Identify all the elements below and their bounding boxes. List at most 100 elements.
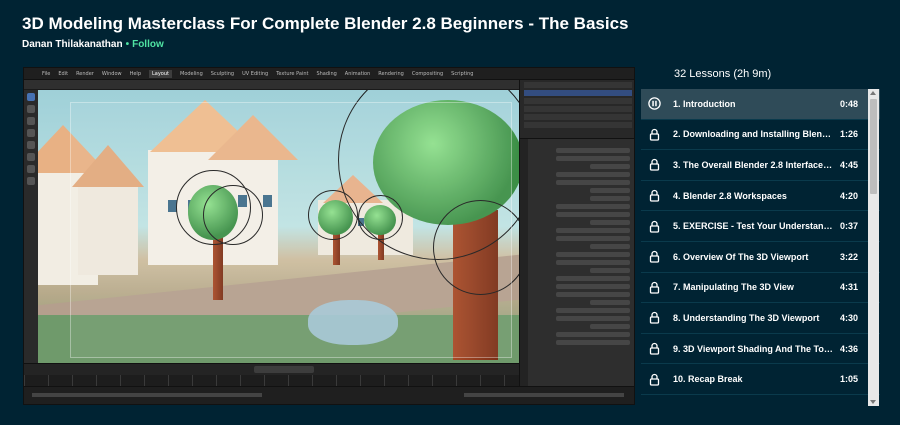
property-field: [556, 284, 630, 289]
property-field: [556, 148, 630, 153]
scroll-up-icon[interactable]: [870, 91, 876, 95]
outliner-row: [524, 122, 632, 128]
lesson-list[interactable]: 1. Introduction 0:48 2. Downloading and …: [641, 89, 880, 406]
lesson-item[interactable]: 5. EXERCISE - Test Your Understanding 0:…: [641, 211, 880, 242]
property-field: [556, 316, 630, 321]
property-field: [556, 292, 630, 297]
property-field: [590, 220, 630, 225]
blender-timeline: [24, 363, 519, 387]
cursor-tool-icon: [27, 105, 35, 113]
lock-icon: [647, 341, 662, 356]
lesson-duration: 1:05: [839, 374, 858, 385]
lessons-count: 32 Lessons (2h 9m): [674, 68, 772, 80]
property-field: [590, 188, 630, 193]
blender-menu-item: Layout: [149, 69, 172, 78]
lock-icon: [647, 127, 662, 142]
blender-menu-item: Help: [129, 70, 141, 77]
lock-icon: [647, 188, 662, 203]
blender-menu-item: Window: [101, 70, 122, 77]
lesson-item[interactable]: 10. Recap Break 1:05: [641, 364, 880, 395]
blender-menu-item: Modeling: [180, 70, 203, 77]
outliner-row: [524, 98, 632, 104]
blender-menu-item: UV Editing: [242, 70, 269, 77]
lesson-title: 10. Recap Break: [673, 374, 743, 385]
lesson-title: 4. Blender 2.8 Workspaces: [673, 190, 787, 201]
blender-menu-item: Compositing: [411, 70, 444, 77]
property-field: [590, 244, 630, 249]
blender-menu-item: Scripting: [451, 70, 474, 77]
blender-menu-item: Texture Paint: [276, 70, 309, 77]
property-field: [590, 324, 630, 329]
lesson-title: 1. Introduction: [673, 98, 736, 109]
status-text: [32, 393, 262, 397]
author-line: Danan Thilakanathan • Follow: [22, 39, 164, 50]
pause-icon[interactable]: [647, 96, 662, 111]
lesson-title: 6. Overview Of The 3D Viewport: [673, 251, 809, 262]
blender-menu-item: Rendering: [378, 70, 404, 77]
blender-outliner: [519, 80, 634, 138]
outliner-row: [524, 106, 632, 112]
lesson-item[interactable]: 4. Blender 2.8 Workspaces 4:20: [641, 181, 880, 212]
lesson-title: 9. 3D Viewport Shading And The Tool Shel…: [673, 343, 834, 354]
lesson-title: 3. The Overall Blender 2.8 Interface & L…: [673, 159, 834, 170]
property-field: [590, 300, 630, 305]
property-field: [556, 260, 630, 265]
video-player[interactable]: File Edit Render Window Help Layout Modeling Sc…: [23, 67, 635, 405]
property-field: [556, 212, 630, 217]
lesson-item[interactable]: 8. Understanding The 3D Viewport 4:30: [641, 303, 880, 334]
blender-status-bar: [24, 386, 634, 404]
camera-frame: [70, 102, 512, 358]
select-tool-icon: [27, 93, 35, 101]
properties-tabs: [520, 139, 528, 386]
playback-controls: [254, 366, 314, 373]
outliner-row: [524, 90, 632, 96]
blender-menu-item: Edit: [58, 70, 69, 77]
move-tool-icon: [27, 117, 35, 125]
property-field: [556, 228, 630, 233]
follow-button[interactable]: Follow: [132, 39, 164, 50]
blender-menu-bar: File Edit Render Window Help Layout Modeling Sc…: [24, 68, 634, 80]
lesson-duration: 1:26: [839, 129, 858, 140]
scroll-thumb[interactable]: [870, 99, 877, 194]
scale-tool-icon: [27, 141, 35, 149]
property-field: [556, 308, 630, 313]
lesson-title: 7. Manipulating The 3D View: [673, 282, 794, 293]
lesson-duration: 0:37: [839, 221, 858, 232]
lesson-item[interactable]: 2. Downloading and Installing Blender 2.…: [641, 120, 880, 151]
course-title: 3D Modeling Masterclass For Complete Ble…: [22, 14, 629, 33]
blender-menu-item: Render: [76, 70, 94, 77]
lesson-list-scrollbar[interactable]: [868, 89, 879, 406]
lesson-duration: 4:30: [839, 312, 858, 323]
outliner-row: [524, 82, 632, 88]
lesson-title: 5. EXERCISE - Test Your Understanding: [673, 221, 834, 232]
blender-menu-item: Shading: [316, 70, 337, 77]
lesson-item[interactable]: 7. Manipulating The 3D View 4:31: [641, 273, 880, 304]
blender-properties-panel: [519, 138, 634, 386]
lesson-item[interactable]: 6. Overview Of The 3D Viewport 3:22: [641, 242, 880, 273]
property-field: [556, 276, 630, 281]
lesson-item[interactable]: 9. 3D Viewport Shading And The Tool Shel…: [641, 334, 880, 365]
blender-tool-shelf: [24, 90, 38, 360]
lesson-duration: 0:48: [839, 98, 858, 109]
property-field: [556, 204, 630, 209]
annotate-tool-icon: [27, 165, 35, 173]
lock-icon: [647, 310, 662, 325]
lesson-title: 8. Understanding The 3D Viewport: [673, 312, 820, 323]
lock-icon: [647, 372, 662, 387]
property-field: [556, 252, 630, 257]
property-field: [556, 340, 630, 345]
property-field: [556, 156, 630, 161]
property-field: [556, 332, 630, 337]
measure-tool-icon: [27, 177, 35, 185]
lesson-duration: 4:36: [839, 343, 858, 354]
viewport-header: [24, 80, 519, 90]
lock-icon: [647, 249, 662, 264]
blender-menu-item: Sculpting: [210, 70, 235, 77]
author-name[interactable]: Danan Thilakanathan: [22, 39, 123, 50]
property-field: [590, 268, 630, 273]
lesson-item[interactable]: 3. The Overall Blender 2.8 Interface & L…: [641, 150, 880, 181]
scroll-down-icon[interactable]: [870, 400, 876, 404]
3d-viewport-scene: [38, 90, 519, 363]
lock-icon: [647, 219, 662, 234]
lesson-item[interactable]: 1. Introduction 0:48: [641, 89, 880, 120]
